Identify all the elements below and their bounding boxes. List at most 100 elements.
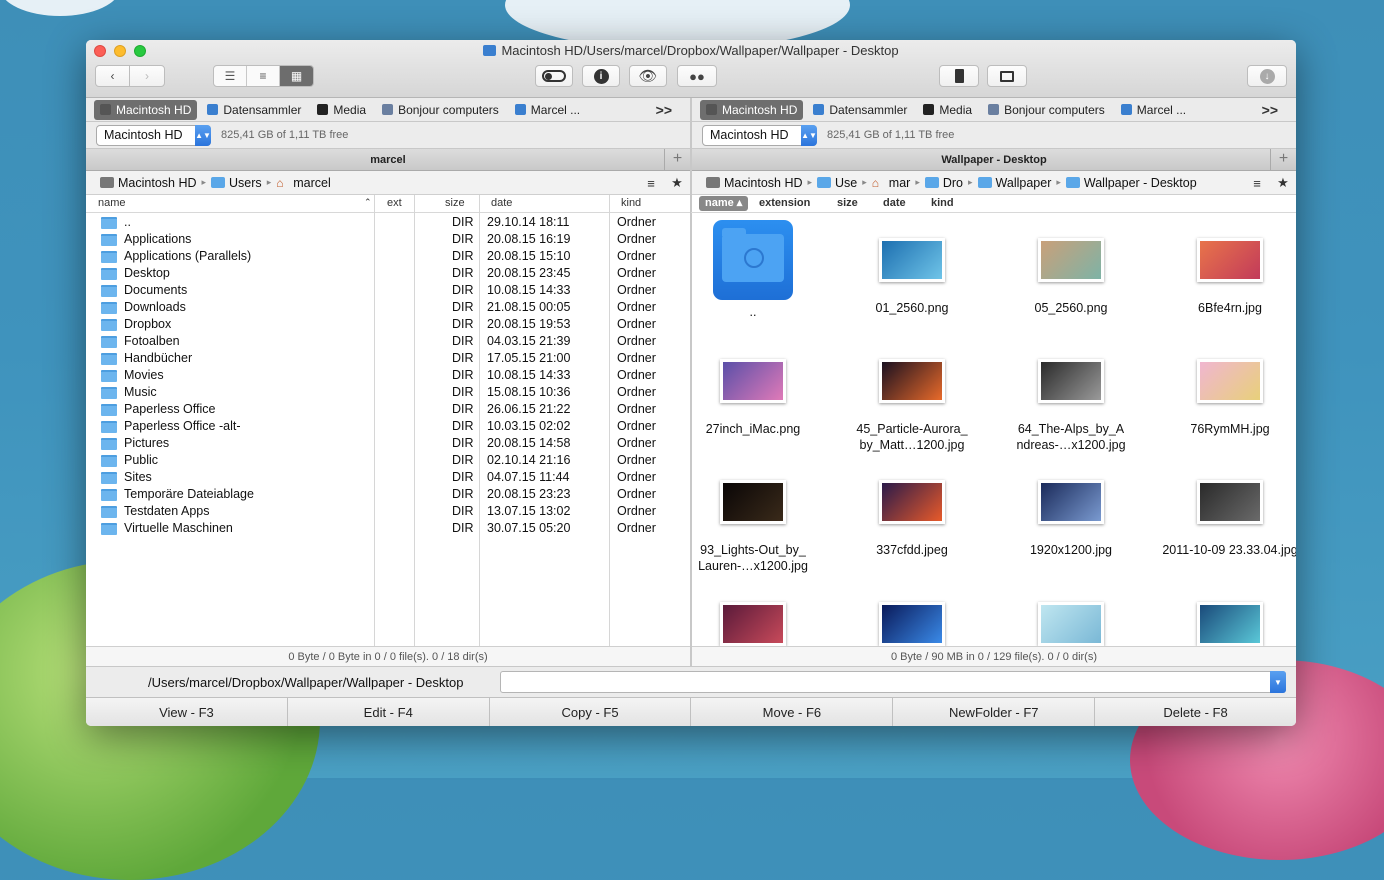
file-tile[interactable]: 2011-10-09 23.33.04.jpg bbox=[1155, 462, 1296, 558]
breadcrumb-item[interactable]: Macintosh HD bbox=[706, 176, 803, 190]
table-row[interactable]: Applications DIR 20.08.15 16:19 Ordner bbox=[86, 231, 689, 248]
file-tile[interactable]: 1920x1200.jpg bbox=[996, 462, 1146, 558]
breadcrumb-item[interactable]: Wallpaper - Desktop bbox=[1065, 176, 1197, 190]
favorite-item[interactable]: Media bbox=[917, 100, 978, 120]
table-row[interactable]: Virtuelle Maschinen DIR 30.07.15 05:20 Ordn… bbox=[86, 520, 689, 537]
favorite-item[interactable]: Bonjour computers bbox=[982, 100, 1111, 120]
sort-column-kind[interactable]: kind bbox=[931, 197, 954, 209]
table-row[interactable]: Desktop DIR 20.08.15 23:45 Ordner bbox=[86, 265, 689, 282]
file-tile[interactable]: 6Bfe4rn.jpg bbox=[1155, 220, 1296, 316]
table-row[interactable]: Downloads DIR 21.08.15 00:05 Ordner bbox=[86, 299, 689, 316]
command-line: /Users/marcel/Dropbox/Wallpaper/Wallpape… bbox=[86, 666, 1296, 697]
table-row[interactable]: Paperless Office -alt- DIR 10.03.15 02:02 O… bbox=[86, 418, 689, 435]
file-tile[interactable]: 05_2560.png bbox=[996, 220, 1146, 316]
file-date: 04.07.15 11:44 bbox=[487, 470, 570, 484]
file-tile[interactable]: 27inch_iMac.png bbox=[691, 341, 828, 437]
download-button[interactable]: ↓ bbox=[1247, 65, 1287, 87]
favorite-item[interactable]: Macintosh HD bbox=[700, 99, 804, 120]
sort-column-size[interactable]: size bbox=[837, 197, 858, 209]
column-size[interactable]: size bbox=[445, 197, 465, 209]
column-kind[interactable]: kind bbox=[621, 197, 641, 209]
info-button[interactable]: i bbox=[582, 65, 620, 87]
breadcrumb-item[interactable]: Users bbox=[211, 176, 262, 190]
list-options-icon[interactable]: ≡ bbox=[1244, 171, 1270, 194]
file-tile[interactable]: 337cfdd.jpeg bbox=[837, 462, 987, 558]
file-tile[interactable]: 93_Lights-Out_by_ Lauren-…x1200.jpg bbox=[691, 462, 828, 574]
delete-f8-button[interactable]: Delete - F8 bbox=[1095, 698, 1296, 726]
table-row[interactable]: Music DIR 15.08.15 10:36 Ordner bbox=[86, 384, 689, 401]
quick-look-button[interactable]: 👁 bbox=[629, 65, 667, 87]
home-icon: ⌂ bbox=[871, 175, 880, 190]
favorite-star-icon[interactable]: ★ bbox=[1270, 171, 1296, 194]
favorite-item[interactable]: Marcel ... bbox=[1115, 100, 1192, 120]
file-tile[interactable] bbox=[1155, 584, 1296, 646]
breadcrumb-item[interactable]: Wallpaper bbox=[977, 176, 1051, 190]
list-options-icon[interactable]: ≡ bbox=[638, 171, 664, 194]
network-share-button[interactable] bbox=[987, 65, 1027, 87]
favorite-item[interactable]: Media bbox=[311, 100, 372, 120]
favorite-item[interactable]: Macintosh HD bbox=[94, 99, 198, 120]
file-tile[interactable]: 01_2560.png bbox=[837, 220, 987, 316]
file-tile[interactable] bbox=[996, 584, 1146, 646]
table-row[interactable]: Movies DIR 10.08.15 14:33 Ordner bbox=[86, 367, 689, 384]
table-row[interactable]: Temporäre Dateiablage DIR 20.08.15 23:23 Or… bbox=[86, 486, 689, 503]
file-name: Applications bbox=[124, 232, 192, 246]
sort-column-date[interactable]: date bbox=[883, 197, 906, 209]
move-f6-button[interactable]: Move - F6 bbox=[691, 698, 894, 726]
favorite-item[interactable]: Datensammler bbox=[807, 100, 913, 120]
view-mode-segment[interactable]: ☰ ≡ ▦ bbox=[213, 65, 314, 87]
table-row[interactable]: Dropbox DIR 20.08.15 19:53 Ordner bbox=[86, 316, 689, 333]
command-input[interactable]: ▼ bbox=[500, 671, 1286, 693]
forward-button[interactable]: › bbox=[129, 65, 165, 87]
newfolder-f7-button[interactable]: NewFolder - F7 bbox=[893, 698, 1096, 726]
toggle-hidden-button[interactable] bbox=[535, 65, 573, 87]
file-tile[interactable]: 64_The-Alps_by_A ndreas-…x1200.jpg bbox=[996, 341, 1146, 453]
column-date[interactable]: date bbox=[491, 197, 512, 209]
find-button[interactable]: ●● bbox=[677, 65, 717, 87]
list-view-icon[interactable]: ☰ bbox=[214, 66, 247, 86]
favorite-item[interactable]: Marcel ... bbox=[509, 100, 586, 120]
column-name[interactable]: name bbox=[98, 197, 126, 209]
table-row[interactable]: Fotoalben DIR 04.03.15 21:39 Ordner bbox=[86, 333, 689, 350]
table-row[interactable]: Applications (Parallels) DIR 20.08.15 15:1… bbox=[86, 248, 689, 265]
table-row[interactable]: Testdaten Apps DIR 13.07.15 13:02 Ordner bbox=[86, 503, 689, 520]
view-f3-button[interactable]: View - F3 bbox=[86, 698, 288, 726]
table-row[interactable]: .. DIR 29.10.14 18:11 Ordner bbox=[86, 214, 689, 231]
file-name: .. bbox=[124, 215, 131, 229]
archive-button[interactable] bbox=[939, 65, 979, 87]
breadcrumb-item[interactable]: ⌂ mar bbox=[872, 176, 911, 190]
breadcrumb-item[interactable]: Macintosh HD bbox=[100, 176, 197, 190]
sort-column-extension[interactable]: extension bbox=[759, 197, 810, 209]
favorites-more-button[interactable]: >> bbox=[656, 102, 672, 118]
table-row[interactable]: Pictures DIR 20.08.15 14:58 Ordner bbox=[86, 435, 689, 452]
favorite-label: Datensammler bbox=[829, 102, 908, 117]
file-tile[interactable]: 45_Particle-Aurora_ by_Matt…1200.jpg bbox=[837, 341, 987, 453]
breadcrumb-item[interactable]: ⌂ marcel bbox=[276, 176, 331, 190]
left-drive-select[interactable]: Macintosh HD ▲▼ bbox=[96, 124, 211, 146]
sort-column-name[interactable]: name ▴ bbox=[699, 196, 749, 211]
right-drive-select[interactable]: Macintosh HD ▲▼ bbox=[702, 124, 817, 146]
table-row[interactable]: Handbücher DIR 17.05.15 21:00 Ordner bbox=[86, 350, 689, 367]
favorite-star-icon[interactable]: ★ bbox=[664, 171, 690, 194]
favorites-more-button[interactable]: >> bbox=[1262, 102, 1278, 118]
table-row[interactable]: Public DIR 02.10.14 21:16 Ordner bbox=[86, 452, 689, 469]
breadcrumb-item[interactable]: Use bbox=[817, 176, 857, 190]
table-row[interactable]: Paperless Office DIR 26.06.15 21:22 Ordner bbox=[86, 401, 689, 418]
file-tile[interactable] bbox=[837, 584, 987, 646]
table-row[interactable]: Sites DIR 04.07.15 11:44 Ordner bbox=[86, 469, 689, 486]
table-row[interactable]: Documents DIR 10.08.15 14:33 Ordner bbox=[86, 282, 689, 299]
back-button[interactable]: ‹ bbox=[95, 65, 130, 87]
column-ext[interactable]: ext bbox=[387, 197, 402, 209]
favorite-item[interactable]: Datensammler bbox=[201, 100, 307, 120]
favorite-item[interactable]: Bonjour computers bbox=[376, 100, 505, 120]
add-tab-button[interactable]: + bbox=[1270, 149, 1296, 170]
file-tile[interactable]: 76RymMH.jpg bbox=[1155, 341, 1296, 437]
file-tile[interactable]: .. bbox=[691, 220, 828, 320]
add-tab-button[interactable]: + bbox=[664, 149, 690, 170]
edit-f4-button[interactable]: Edit - F4 bbox=[288, 698, 490, 726]
detail-view-icon[interactable]: ≡ bbox=[247, 66, 280, 86]
icon-view-icon[interactable]: ▦ bbox=[280, 66, 313, 86]
breadcrumb-item[interactable]: Dro bbox=[924, 176, 963, 190]
file-tile[interactable] bbox=[691, 584, 828, 646]
copy-f5-button[interactable]: Copy - F5 bbox=[490, 698, 692, 726]
